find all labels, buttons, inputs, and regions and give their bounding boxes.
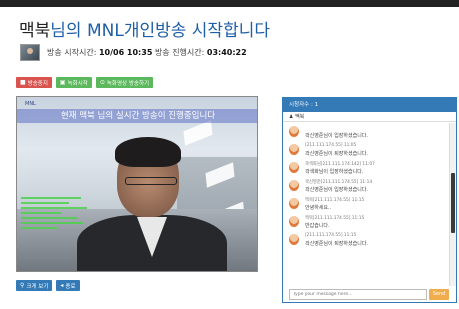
avatar xyxy=(20,44,40,61)
avatar xyxy=(289,162,299,173)
video-controls: ⚲ 크게 보기 ◂ 종료 xyxy=(16,280,80,291)
stop-icon: ■ xyxy=(20,79,26,86)
save-icon: ▣ xyxy=(59,79,66,86)
debug-overlay-lines xyxy=(21,197,91,247)
list-item: 맥북[211.111.174.55] 11:15 반갑습니다. xyxy=(283,213,451,231)
browser-top-bar xyxy=(0,0,459,7)
ceiling-light xyxy=(183,120,213,146)
close-button[interactable]: ◂ 종료 xyxy=(56,280,80,291)
message-text: 안녕하세요.. xyxy=(305,205,332,211)
user-icon: ♟ xyxy=(289,114,294,120)
broadcast-recording-button[interactable]: ⊙ 녹화영상 방송하기 xyxy=(95,77,154,88)
viewer-list: ♟ 맥북 xyxy=(283,112,456,122)
broadcast-toolbar: ■ 방송중지 ▣ 녹화시작 ⊙ 녹화영상 방송하기 xyxy=(16,77,154,88)
stop-broadcast-button[interactable]: ■ 방송중지 xyxy=(16,77,52,88)
title-suffix: 님의 MNL개인방송 시작합니다 xyxy=(50,21,270,41)
avatar xyxy=(289,234,299,245)
broadcast-meta: 방송 시작시간: 10/06 10:35 방송 진행시간: 03:40:22 xyxy=(47,47,247,58)
stop-broadcast-label: 방송중지 xyxy=(27,80,48,87)
message-meta: 곽신영준[211.111.174.55] 11:14 xyxy=(305,180,373,185)
list-item: [211.111.174.55] 11:05 곽신영준님이 퇴장하셨습니다. xyxy=(283,141,451,159)
viewer-count: 시청자수 : 1 xyxy=(283,98,456,112)
message-text: 반갑습니다. xyxy=(305,223,330,229)
elapsed-time-label: 방송 진행시간: xyxy=(154,48,205,57)
message-text: 곽신영준님이 입장하셨습니다. xyxy=(305,133,368,139)
viewer-name: 맥북 xyxy=(295,114,305,120)
start-time-label: 방송 시작시간: xyxy=(47,48,97,57)
message-text: 곽신영준님이 퇴장하셨습니다. xyxy=(305,241,368,247)
scroll-thumb[interactable] xyxy=(451,173,455,233)
message-text: 곽색화님이 입장하셨습니다. xyxy=(305,169,364,175)
message-list: 곽신영준님이 입장하셨습니다. [211.111.174.55] 11:05 곽… xyxy=(283,123,451,286)
broadcast-recording-label: 녹화영상 방송하기 xyxy=(106,80,150,87)
video-brand: MNL xyxy=(25,101,36,107)
start-recording-label: 녹화시작 xyxy=(67,80,88,87)
glasses xyxy=(125,177,177,185)
chat-scrollbar[interactable] xyxy=(449,123,456,286)
list-item: 곽색화님[211.111.174.142] 11:07 곽색화님이 입장하셨습니… xyxy=(283,159,451,177)
message-input[interactable] xyxy=(289,289,427,300)
list-item: 곽신영준[211.111.174.55] 11:14 곽신영준님이 입장하셨습니… xyxy=(283,177,451,195)
message-meta: 맥북[211.111.174.55] 11:15 xyxy=(305,216,365,221)
start-recording-button[interactable]: ▣ 녹화시작 xyxy=(55,77,92,88)
video-caption: 현재 맥북 님의 실시간 방송이 진행중입니다 xyxy=(17,109,257,123)
live-video-player[interactable]: MNL 현재 맥북 님의 실시간 방송이 진행중입니다 xyxy=(16,96,258,272)
close-icon: ◂ xyxy=(60,282,64,289)
list-item: [211.111.174.55] 11:15 곽신영준님이 퇴장하셨습니다. xyxy=(283,231,451,249)
message-text: 곽신영준님이 퇴장하셨습니다. xyxy=(305,151,368,157)
message-text: 곽신영준님이 입장하셨습니다. xyxy=(305,187,368,193)
list-item: 곽신영준님이 입장하셨습니다. xyxy=(283,123,451,141)
message-meta: [211.111.174.55] 11:05 xyxy=(305,143,357,148)
elapsed-time-value: 03:40:22 xyxy=(206,48,247,57)
zoom-button[interactable]: ⚲ 크게 보기 xyxy=(16,280,53,291)
avatar xyxy=(289,216,299,227)
person-hair xyxy=(115,137,181,167)
close-label: 종료 xyxy=(65,283,76,290)
list-item: 맥북[211.111.174.55] 11:15 안녕하세요.. xyxy=(283,195,451,213)
page-title: 맥북님의 MNL개인방송 시작합니다 xyxy=(19,16,270,41)
play-circle-icon: ⊙ xyxy=(99,79,105,86)
search-icon: ⚲ xyxy=(20,282,25,289)
message-meta: [211.111.174.55] 11:15 xyxy=(305,233,357,238)
start-time-value: 10/06 10:35 xyxy=(98,48,153,57)
avatar xyxy=(289,198,299,209)
avatar xyxy=(289,126,299,137)
zoom-label: 크게 보기 xyxy=(26,283,49,290)
title-user-name: 맥북 xyxy=(19,21,51,41)
message-meta: 곽색화님[211.111.174.142] 11:07 xyxy=(305,162,375,167)
chat-panel: 시청자수 : 1 ♟ 맥북 곽신영준님이 입장하셨습니다. [211.111.1… xyxy=(282,97,457,303)
avatar xyxy=(289,180,299,191)
message-meta: 맥북[211.111.174.55] 11:15 xyxy=(305,198,365,203)
send-button[interactable]: Send xyxy=(429,289,449,300)
avatar xyxy=(289,144,299,155)
